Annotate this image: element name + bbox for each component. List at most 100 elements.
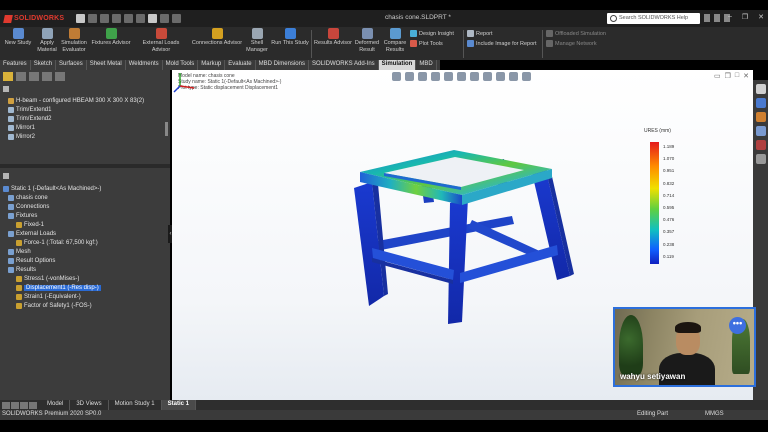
study-root[interactable]: Static 1 (-Default<As Machined>-) bbox=[3, 184, 101, 193]
custom-properties-icon[interactable] bbox=[755, 154, 766, 164]
study-tree-item[interactable]: Factor of Safety1 (-FOS-) bbox=[0, 301, 101, 310]
solidworks-logo[interactable]: SOLIDWORKS bbox=[3, 14, 66, 23]
tab-solidworks-addins[interactable]: SOLIDWORKS Add-Ins bbox=[309, 60, 379, 70]
study-tree-item[interactable]: Stress1 (-vonMises-) bbox=[0, 274, 101, 283]
first-tab-icon[interactable] bbox=[2, 401, 10, 409]
restore-icon[interactable]: ❐ bbox=[742, 13, 748, 21]
fixtures-advisor-button[interactable]: Fixtures Advisor bbox=[90, 28, 132, 47]
solidworks-resources-icon[interactable] bbox=[755, 84, 766, 94]
configuration-manager-icon[interactable] bbox=[29, 72, 39, 81]
tab-3d-views[interactable]: 3D Views bbox=[70, 400, 109, 410]
connections-advisor-icon bbox=[211, 28, 223, 39]
external-loads-advisor-button[interactable]: External Loads Advisor bbox=[133, 28, 189, 53]
tree-scrollbar[interactable] bbox=[165, 122, 168, 136]
window-controls: – ❐ ✕ bbox=[728, 13, 764, 21]
tab-model[interactable]: Model bbox=[41, 400, 71, 410]
undo-icon[interactable] bbox=[136, 14, 145, 23]
report-button[interactable]: Report bbox=[467, 30, 493, 37]
study-tree-item[interactable]: Fixtures bbox=[0, 211, 101, 220]
study-tree-item[interactable]: Connections bbox=[0, 202, 101, 211]
shell-manager-button[interactable]: Shell Manager bbox=[245, 28, 269, 53]
study-tree-item[interactable]: Mesh bbox=[0, 247, 101, 256]
more-options-icon[interactable]: ••• bbox=[729, 317, 746, 334]
tab-simulation[interactable]: Simulation bbox=[378, 60, 417, 70]
offloaded-simulation-button[interactable]: Offloaded Simulation bbox=[546, 30, 606, 37]
filter-icon[interactable] bbox=[3, 173, 9, 179]
webcam-overlay[interactable]: ••• wahyu setiyawan bbox=[613, 307, 756, 387]
tree-item-mirror1[interactable]: Mirror1 bbox=[8, 123, 144, 132]
tree-item-trim-extend1[interactable]: Trim/Extend1 bbox=[8, 105, 144, 114]
open-file-icon[interactable] bbox=[100, 14, 109, 23]
prev-tab-icon[interactable] bbox=[11, 401, 19, 409]
deformed-result-button[interactable]: Deformed Result bbox=[353, 28, 381, 53]
study-tree-item[interactable]: Results bbox=[0, 265, 101, 274]
minimize-icon[interactable]: – bbox=[728, 13, 732, 21]
options-icon[interactable] bbox=[172, 14, 181, 23]
help-search-input[interactable]: Search SOLIDWORKS Help bbox=[607, 13, 700, 24]
study-tree-item[interactable]: Fixed-1 bbox=[0, 220, 101, 229]
tree-node-icon bbox=[16, 239, 22, 246]
tab-mbd-dimensions[interactable]: MBD Dimensions bbox=[256, 60, 309, 70]
user-icon[interactable] bbox=[714, 14, 720, 22]
tree-node-icon bbox=[8, 248, 14, 255]
run-this-study-button[interactable]: Run This Study bbox=[271, 28, 309, 47]
property-manager-icon[interactable] bbox=[16, 72, 26, 81]
rebuild-icon[interactable] bbox=[160, 14, 169, 23]
study-tree-item[interactable]: Strain1 (-Equivalent-) bbox=[0, 292, 101, 301]
tab-mbd[interactable]: MBD bbox=[416, 60, 437, 70]
tab-weldments[interactable]: Weldments bbox=[126, 60, 163, 70]
appearances-icon[interactable] bbox=[755, 140, 766, 150]
filter-icon[interactable] bbox=[3, 86, 9, 92]
compare-results-button[interactable]: Compare Results bbox=[382, 28, 408, 53]
select-icon[interactable] bbox=[148, 14, 157, 23]
study-tree-item[interactable]: Result Options bbox=[0, 256, 101, 265]
plot-tools-button[interactable]: Plot Tools bbox=[410, 40, 443, 47]
next-tab-icon[interactable] bbox=[20, 401, 28, 409]
design-insight-button[interactable]: Design Insight bbox=[410, 30, 454, 37]
display-manager-icon[interactable] bbox=[55, 72, 65, 81]
tab-markup[interactable]: Markup bbox=[198, 60, 226, 70]
view-palette-icon[interactable] bbox=[755, 126, 766, 136]
include-image-icon bbox=[467, 40, 474, 47]
tab-evaluate[interactable]: Evaluate bbox=[225, 60, 256, 70]
study-tree-item[interactable]: Displacement1 (-Res disp-) bbox=[0, 283, 101, 292]
trim-extend-icon bbox=[8, 115, 14, 122]
close-icon[interactable]: ✕ bbox=[758, 13, 764, 21]
file-explorer-icon[interactable] bbox=[755, 112, 766, 122]
unit-system[interactable]: MMGS bbox=[705, 411, 724, 417]
tab-static-study[interactable]: Static 1 bbox=[161, 400, 196, 410]
tree-item-hbeam[interactable]: H-beam - configured HBEAM 300 X 300 X 83… bbox=[8, 96, 144, 105]
include-image-button[interactable]: Include Image for Report bbox=[467, 40, 537, 47]
tab-motion-study[interactable]: Motion Study 1 bbox=[109, 400, 162, 410]
results-advisor-button[interactable]: Results Advisor bbox=[314, 28, 352, 47]
apply-material-button[interactable]: Apply Material bbox=[34, 28, 60, 53]
tab-surfaces[interactable]: Surfaces bbox=[56, 60, 87, 70]
help-icon[interactable] bbox=[704, 14, 710, 22]
toolbar-separator bbox=[542, 30, 543, 58]
study-tree-item[interactable]: Force-1 (:Total: 67,500 kgf:) bbox=[0, 238, 101, 247]
tab-features[interactable]: Features bbox=[0, 60, 31, 70]
new-file-icon[interactable] bbox=[88, 14, 97, 23]
tab-sketch[interactable]: Sketch bbox=[31, 60, 57, 70]
front-brace-right bbox=[460, 245, 558, 283]
tab-sheet-metal[interactable]: Sheet Metal bbox=[87, 60, 126, 70]
study-tree-item[interactable]: External Loads bbox=[0, 229, 101, 238]
save-icon[interactable] bbox=[112, 14, 121, 23]
feature-manager-icon[interactable] bbox=[3, 72, 13, 81]
home-icon[interactable] bbox=[76, 14, 85, 23]
last-tab-icon[interactable] bbox=[29, 401, 37, 409]
displacement-legend-bar[interactable] bbox=[650, 142, 659, 264]
dimxpert-icon[interactable] bbox=[42, 72, 52, 81]
simulation-evaluator-button[interactable]: Simulation Evaluator bbox=[59, 28, 89, 53]
manage-network-button[interactable]: Manage Network bbox=[546, 40, 597, 47]
tab-mold-tools[interactable]: Mold Tools bbox=[163, 60, 199, 70]
new-study-button[interactable]: New Study bbox=[3, 28, 33, 47]
connections-advisor-button[interactable]: Connections Advisor bbox=[190, 28, 244, 47]
legend-title: URES (mm) bbox=[644, 128, 671, 134]
tree-item-trim-extend2[interactable]: Trim/Extend2 bbox=[8, 114, 144, 123]
pane-splitter[interactable] bbox=[0, 164, 170, 168]
study-tree-item[interactable]: chasis cone bbox=[0, 193, 101, 202]
tree-item-mirror2[interactable]: Mirror2 bbox=[8, 132, 144, 141]
design-library-icon[interactable] bbox=[755, 98, 766, 108]
print-icon[interactable] bbox=[124, 14, 133, 23]
